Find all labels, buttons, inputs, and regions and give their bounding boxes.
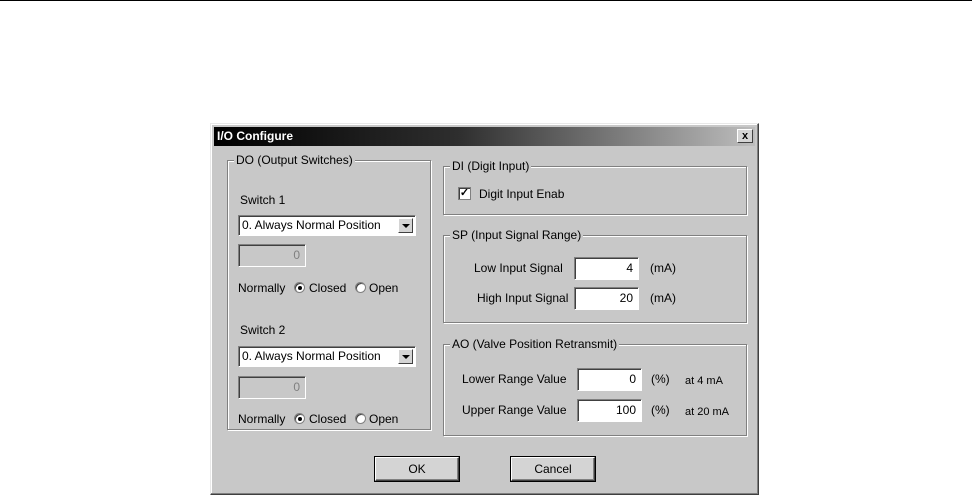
lower-range-unit: (%) xyxy=(651,372,670,386)
switch2-closed-radio[interactable] xyxy=(294,413,305,424)
di-group-title: DI (Digit Input) xyxy=(450,159,532,173)
switch2-value: 0 xyxy=(293,380,300,394)
high-input-signal-unit: (mA) xyxy=(650,291,676,305)
ok-button-label: OK xyxy=(408,462,426,476)
do-output-switches-group: DO (Output Switches) Switch 1 0. Always … xyxy=(227,153,431,430)
chevron-down-icon[interactable] xyxy=(398,218,413,233)
cancel-button-label: Cancel xyxy=(534,462,572,476)
chevron-down-icon[interactable] xyxy=(398,349,413,364)
low-input-signal-label: Low Input Signal xyxy=(474,261,563,275)
ok-button[interactable]: OK xyxy=(374,456,460,482)
lower-range-value-field[interactable]: 0 xyxy=(577,368,642,391)
high-input-signal-label: High Input Signal xyxy=(477,291,569,305)
switch2-open-label[interactable]: Open xyxy=(369,412,398,426)
close-icon: x xyxy=(741,130,749,142)
ao-group-title: AO (Valve Position Retransmit) xyxy=(450,337,620,351)
switch1-closed-radio[interactable] xyxy=(294,282,305,293)
upper-range-value-field[interactable]: 100 xyxy=(577,399,642,422)
upper-range-unit: (%) xyxy=(651,403,670,417)
dialog-title: I/O Configure xyxy=(217,129,293,143)
high-input-signal-value: 20 xyxy=(619,291,633,305)
cancel-button[interactable]: Cancel xyxy=(510,456,596,482)
switch1-select-value: 0. Always Normal Position xyxy=(242,218,381,232)
low-input-signal-field[interactable]: 4 xyxy=(574,257,639,280)
di-digit-input-group: DI (Digit Input) ✓ Digit Input Enab xyxy=(443,159,747,215)
switch1-value: 0 xyxy=(293,248,300,262)
switch1-open-radio[interactable] xyxy=(355,282,366,293)
check-icon: ✓ xyxy=(459,187,470,199)
switch2-select-value: 0. Always Normal Position xyxy=(242,349,381,363)
switch2-open-radio[interactable] xyxy=(355,413,366,424)
digit-input-enable-checkbox[interactable]: ✓ xyxy=(458,187,471,200)
upper-range-note: at 20 mA xyxy=(685,406,730,418)
switch1-open-label[interactable]: Open xyxy=(369,281,398,295)
sp-input-signal-range-group: SP (Input Signal Range) Low Input Signal… xyxy=(443,228,747,323)
digit-input-enable-label[interactable]: Digit Input Enab xyxy=(479,187,564,201)
lower-range-value-label: Lower Range Value xyxy=(462,372,567,386)
upper-range-value-label: Upper Range Value xyxy=(462,403,567,417)
dialog-titlebar: I/O Configure x xyxy=(214,127,755,146)
switch1-closed-label[interactable]: Closed xyxy=(309,281,346,295)
switch2-value-field: 0 xyxy=(238,376,306,399)
low-input-signal-value: 4 xyxy=(626,261,633,275)
page-top-rule xyxy=(0,0,972,1)
do-group-title: DO (Output Switches) xyxy=(234,153,355,167)
lower-range-note: at 4 mA xyxy=(685,375,723,387)
lower-range-value: 0 xyxy=(629,372,636,386)
sp-group-title: SP (Input Signal Range) xyxy=(450,228,584,242)
switch2-label: Switch 2 xyxy=(240,323,286,337)
switch1-value-field: 0 xyxy=(238,244,306,267)
low-input-signal-unit: (mA) xyxy=(650,261,676,275)
switch1-label: Switch 1 xyxy=(240,193,286,207)
switch2-normally-label: Normally xyxy=(238,412,286,426)
ao-valve-position-retransmit-group: AO (Valve Position Retransmit) Lower Ran… xyxy=(443,337,747,436)
switch2-closed-label[interactable]: Closed xyxy=(309,412,346,426)
upper-range-value: 100 xyxy=(615,403,636,417)
switch1-normally-label: Normally xyxy=(238,281,286,295)
close-button[interactable]: x xyxy=(737,129,753,143)
high-input-signal-field[interactable]: 20 xyxy=(574,287,639,310)
switch1-select[interactable]: 0. Always Normal Position xyxy=(238,215,416,236)
io-configure-dialog: I/O Configure x DO (Output Switches) Swi… xyxy=(210,123,759,495)
switch2-select[interactable]: 0. Always Normal Position xyxy=(238,346,416,367)
